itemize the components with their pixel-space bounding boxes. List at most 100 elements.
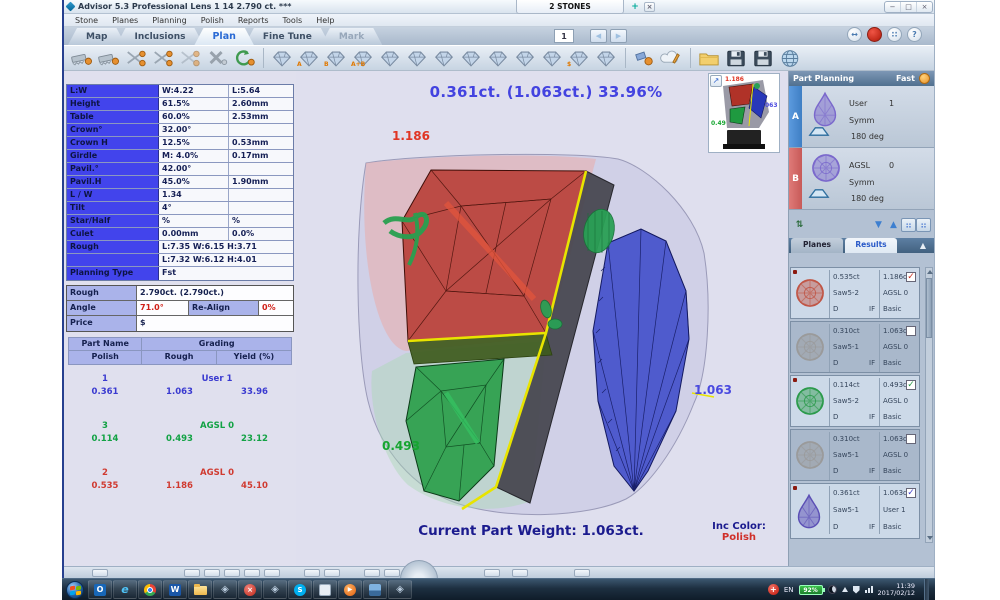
language-indicator[interactable]: EN <box>784 586 794 594</box>
part-tool-flower-icon[interactable] <box>593 47 618 69</box>
tab-planes[interactable]: Planes <box>791 238 843 253</box>
menu-item-stone[interactable]: Stone <box>68 16 105 25</box>
status-mini-button[interactable] <box>324 569 340 577</box>
realign-button[interactable]: Re-Align <box>189 301 259 315</box>
tab-fine-tune[interactable]: Fine Tune <box>245 28 330 45</box>
compare-arrows-button[interactable]: ↔ <box>847 27 862 42</box>
status-mini-button[interactable] <box>512 569 528 577</box>
select-grid-icon[interactable]: ∷ <box>901 218 916 232</box>
layout-grid-button[interactable]: ∷ <box>887 27 902 42</box>
status-mini-button[interactable] <box>224 569 240 577</box>
tab-map[interactable]: Map <box>68 28 125 45</box>
next-page-button[interactable]: ▶ <box>610 29 627 43</box>
thumbnail-expand-icon[interactable]: ↗ <box>710 75 722 87</box>
save-as-button[interactable] <box>750 47 775 69</box>
undo-plan-tool-icon[interactable] <box>231 47 256 69</box>
add-stone-icon[interactable]: + <box>630 2 640 12</box>
taskbar-diamond-app-icon[interactable]: ◈ <box>388 580 412 599</box>
results-scrollbar[interactable] <box>925 267 933 543</box>
part-tool-b-icon[interactable]: B <box>323 47 348 69</box>
result-row[interactable]: 0.535ct 1.186ct Saw5-2 AGSL 0 D IF Basic… <box>790 267 920 319</box>
status-mini-button[interactable] <box>92 569 108 577</box>
antivirus-tray-icon[interactable]: + <box>768 584 779 595</box>
part-tool-twin-icon[interactable] <box>512 47 537 69</box>
stones-tab[interactable]: 2 STONES <box>516 0 624 14</box>
cloud-edit-tool-icon[interactable] <box>658 47 683 69</box>
show-desktop-button[interactable] <box>924 579 929 600</box>
status-mini-button[interactable] <box>264 569 280 577</box>
status-mini-button[interactable] <box>364 569 380 577</box>
taskbar-ie-icon[interactable]: e <box>113 580 137 599</box>
result-checkbox[interactable] <box>906 434 916 444</box>
measure-saw-tool-icon[interactable] <box>69 47 94 69</box>
taskbar-diamond-app-icon[interactable]: ◈ <box>213 580 237 599</box>
part-section-b[interactable]: B AGSL 0 Symm 180 deg <box>789 148 934 210</box>
result-row[interactable]: 0.361ct 1.063ct Saw5-1 User 1 D IF Basic… <box>790 483 920 539</box>
clock[interactable]: 11:39 2017/02/12 <box>878 583 915 597</box>
taskbar-chrome-icon[interactable] <box>138 580 162 599</box>
part-tool-slash-icon[interactable] <box>431 47 456 69</box>
result-checkbox[interactable] <box>906 326 916 336</box>
menu-item-planes[interactable]: Planes <box>105 16 145 25</box>
record-button[interactable] <box>867 27 882 42</box>
minimize-button[interactable]: − <box>885 2 901 12</box>
network-tray-icon[interactable] <box>865 586 873 593</box>
part-entry-blue[interactable]: 1User 1 0.3611.06333.96 <box>68 373 292 399</box>
save-button[interactable] <box>723 47 748 69</box>
plan-thumbnail[interactable]: 1.186 0.49 063 ↗ <box>708 73 780 153</box>
expand-grid-icon[interactable]: ∷ <box>916 218 931 232</box>
scrollbar-thumb[interactable] <box>926 278 932 338</box>
prev-page-button[interactable]: ◀ <box>590 29 607 43</box>
dotted-scissors-tool-icon[interactable] <box>123 47 148 69</box>
taskbar-media-icon[interactable]: ▶ <box>338 580 362 599</box>
taskbar-notes-icon[interactable] <box>313 580 337 599</box>
part-tool-ab-icon[interactable]: A+B <box>350 47 375 69</box>
taskbar-photos-icon[interactable] <box>363 580 387 599</box>
part-tool-dot-icon[interactable] <box>458 47 483 69</box>
help-button[interactable]: ? <box>907 27 922 42</box>
taskbar-skype-icon[interactable]: S <box>288 580 312 599</box>
part-tool-price-icon[interactable]: $ <box>566 47 591 69</box>
scissors-tool-icon[interactable] <box>150 47 175 69</box>
part-tool-layers-icon[interactable] <box>539 47 564 69</box>
taskbar-diamond-app-icon[interactable]: ◈ <box>263 580 287 599</box>
panel-collapse-icon[interactable]: ▲ <box>920 241 926 250</box>
open-folder-button[interactable] <box>696 47 721 69</box>
part-entry-red[interactable]: 2AGSL 0 0.5351.18645.10 <box>68 467 292 493</box>
status-mini-button[interactable] <box>204 569 220 577</box>
status-mini-button[interactable] <box>574 569 590 577</box>
fast-mode-icon[interactable] <box>919 73 930 84</box>
status-mini-button[interactable] <box>304 569 320 577</box>
taskbar-word-icon[interactable]: W <box>163 580 187 599</box>
close-button[interactable]: × <box>917 2 932 12</box>
result-checkbox[interactable]: ✓ <box>906 380 916 390</box>
start-button[interactable] <box>66 581 84 599</box>
stamp-tool-icon[interactable] <box>631 47 656 69</box>
status-mini-button[interactable] <box>384 569 400 577</box>
menu-item-polish[interactable]: Polish <box>194 16 231 25</box>
result-checkbox[interactable]: ✓ <box>906 272 916 282</box>
taskbar-explorer-icon[interactable] <box>188 580 212 599</box>
battery-indicator[interactable]: 92% <box>799 585 823 595</box>
delete-plan-tool-icon[interactable] <box>204 47 229 69</box>
part-tool-allocate-icon[interactable] <box>485 47 510 69</box>
symmetry-icon[interactable] <box>807 123 831 142</box>
maximize-button[interactable]: □ <box>901 2 917 12</box>
tab-mark[interactable]: Mark <box>321 28 382 45</box>
tab-plan[interactable]: Plan <box>194 28 253 45</box>
collapse-down-icon[interactable]: ▼ <box>871 218 886 232</box>
sort-icon[interactable]: ⇅ <box>792 218 807 232</box>
result-checkbox[interactable]: ✓ <box>906 488 916 498</box>
result-row[interactable]: 0.310ct 1.063ct Saw5-1 AGSL 0 D IF Basic <box>790 321 920 373</box>
tab-results[interactable]: Results <box>845 238 897 253</box>
part-section-a[interactable]: A User 1 Symm 180 deg <box>789 86 934 148</box>
symmetry-icon[interactable] <box>807 185 831 204</box>
status-mini-button[interactable] <box>184 569 200 577</box>
part-entry-green[interactable]: 3AGSL 0 0.1140.49323.12 <box>68 420 292 446</box>
saw-tool-icon[interactable] <box>96 47 121 69</box>
tray-expand-icon[interactable] <box>842 587 848 592</box>
tab-inclusions[interactable]: Inclusions <box>116 28 203 45</box>
globe-button[interactable] <box>777 47 802 69</box>
status-mini-button[interactable] <box>244 569 260 577</box>
part-tool-a-icon[interactable]: A <box>296 47 321 69</box>
